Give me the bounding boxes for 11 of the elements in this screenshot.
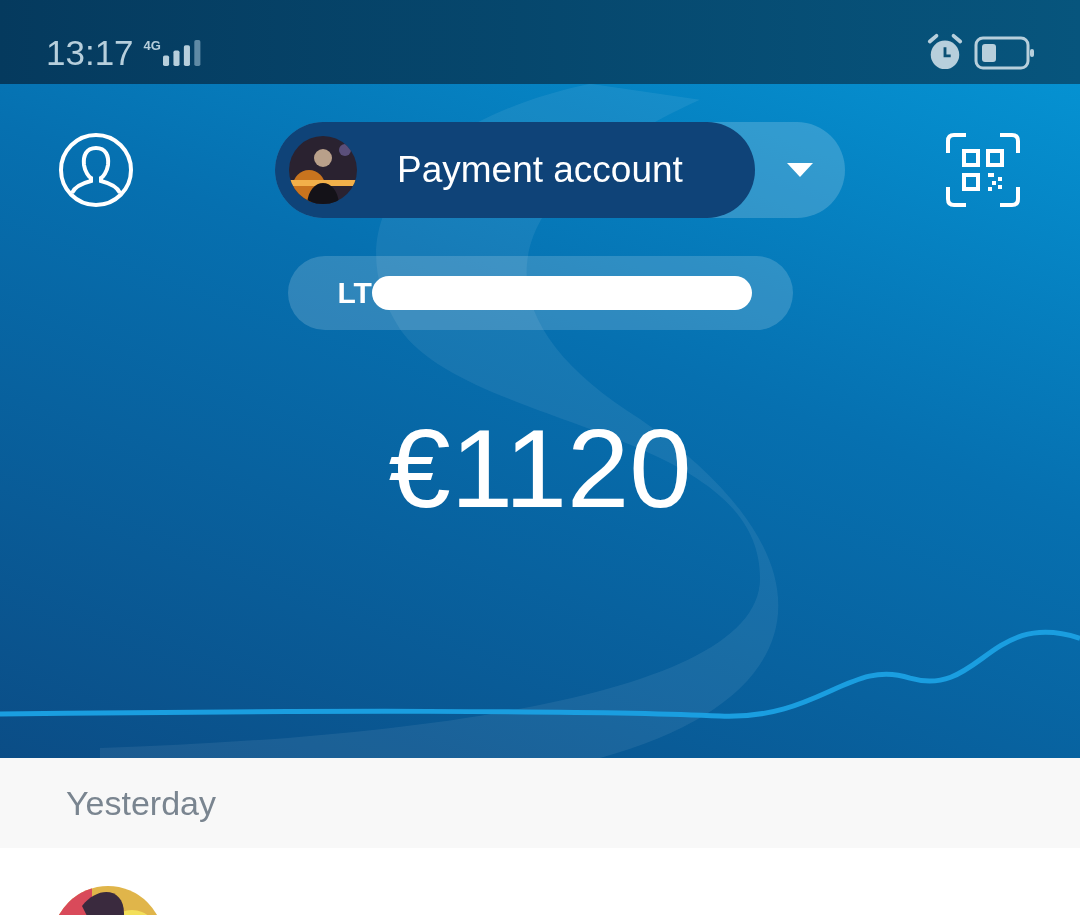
section-header: Yesterday [0, 758, 1080, 848]
account-number-field[interactable]: LT [287, 256, 793, 330]
signal-icon [162, 39, 203, 67]
balance-amount: €1120 [387, 405, 693, 533]
network-type: 4G [143, 37, 161, 53]
profile-icon[interactable] [58, 132, 134, 208]
account-selector[interactable]: Payment account [275, 122, 755, 218]
qr-scan-icon[interactable] [946, 133, 1020, 207]
battery-icon [974, 36, 1034, 70]
clock-time: 13:17 [46, 33, 134, 73]
alarm-icon [926, 33, 964, 71]
